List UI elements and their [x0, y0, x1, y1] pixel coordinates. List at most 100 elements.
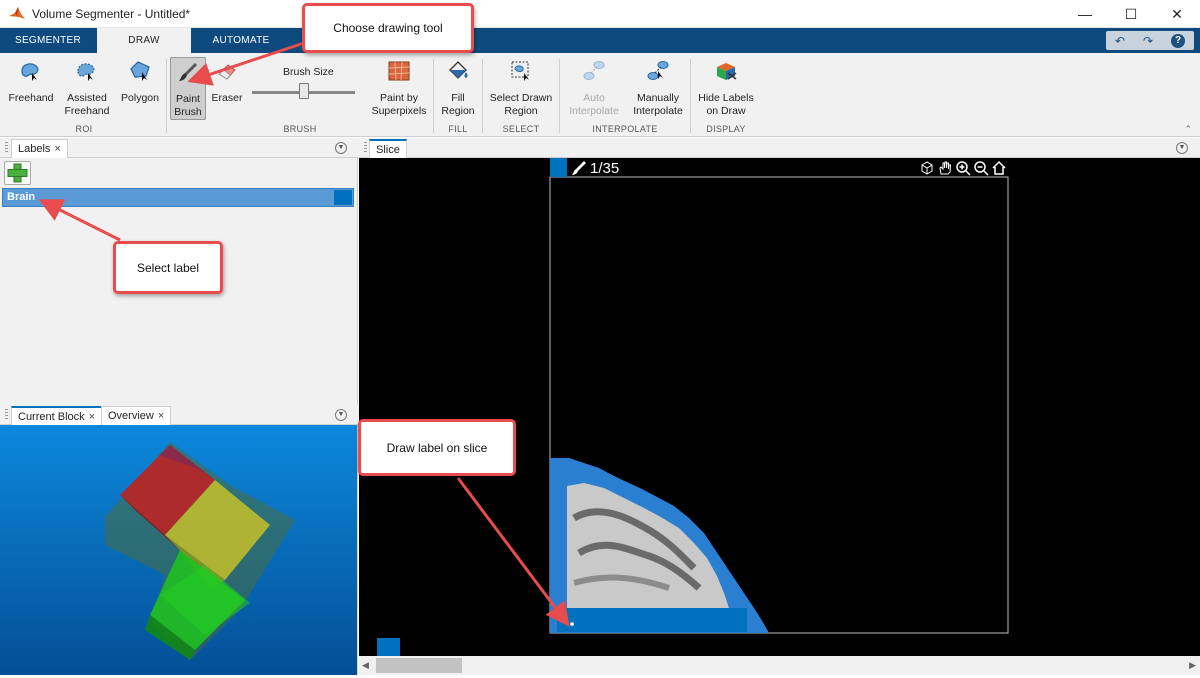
block-cubes-graphic: [105, 442, 295, 660]
minimize-button[interactable]: —: [1062, 0, 1108, 28]
current-block-tab-label: Current Block: [18, 411, 85, 423]
callout-choose-tool: Choose drawing tool: [302, 3, 474, 53]
assisted-freehand-button[interactable]: Assisted Freehand: [62, 57, 112, 118]
select-drawn-region-button[interactable]: Select Drawn Region: [486, 57, 556, 118]
paint-brush-button[interactable]: Paint Brush: [170, 57, 206, 120]
ribbon-separator: [559, 59, 560, 133]
plus-icon: [7, 163, 28, 183]
interpolate-section-label: INTERPOLATE: [592, 124, 658, 134]
tab-automate[interactable]: AUTOMATE: [196, 28, 286, 53]
maximize-button[interactable]: ☐: [1108, 0, 1154, 28]
close-icon[interactable]: ×: [89, 411, 95, 423]
scroll-left-icon[interactable]: ◀: [362, 660, 369, 671]
superpixels-label-2: Superpixels: [371, 105, 427, 117]
tab-segmenter[interactable]: SEGMENTER: [2, 28, 94, 53]
tab-overview[interactable]: Overview ×: [101, 406, 172, 425]
callout-select-label: Select label: [113, 241, 223, 294]
close-button[interactable]: ✕: [1154, 0, 1200, 28]
fill-region-button[interactable]: Fill Region: [437, 57, 479, 118]
slice-tab-label: Slice: [376, 144, 400, 156]
draw-ribbon: Freehand Assisted Freehand Polygon ROI P…: [0, 53, 1200, 137]
assisted-freehand-label-2: Freehand: [64, 105, 110, 117]
superpixels-label-1: Paint by: [380, 92, 418, 104]
labels-panel-header: Labels × ▼: [0, 138, 359, 158]
brush-section-label: BRUSH: [283, 124, 317, 134]
slice-scrollbar[interactable]: ◀ ▶: [359, 656, 1200, 675]
select-region-icon: [511, 61, 529, 81]
ribbon-separator: [433, 59, 434, 133]
label-name: Brain: [7, 191, 36, 203]
freehand-button[interactable]: Freehand: [6, 57, 56, 105]
paint-bucket-icon: [449, 61, 468, 79]
fill-region-label-1: Fill: [451, 92, 465, 104]
home-icon[interactable]: [991, 160, 1007, 176]
manual-interpolate-icon: [647, 61, 669, 80]
freehand-label: Freehand: [8, 92, 54, 104]
zoom-in-icon[interactable]: [955, 160, 971, 176]
axes-toolbar: [919, 160, 1007, 176]
paint-by-superpixels-button[interactable]: Paint by Superpixels: [368, 57, 430, 118]
panel-menu-icon[interactable]: ▼: [335, 142, 347, 154]
select-section-label: SELECT: [502, 124, 540, 134]
tab-slice[interactable]: Slice: [369, 139, 407, 158]
panel-menu-icon[interactable]: ▼: [1176, 142, 1188, 154]
redo-button[interactable]: ↷: [1143, 34, 1153, 48]
ribbon-separator: [482, 59, 483, 133]
hide-labels-label-1: Hide Labels: [698, 92, 754, 104]
ribbon-tab-strip: SEGMENTER DRAW AUTOMATE ↶ ↷ ?: [0, 28, 1200, 53]
overview-tab-label: Overview: [108, 410, 154, 422]
manually-interpolate-button[interactable]: Manually Interpolate: [630, 57, 686, 118]
roi-section-label: ROI: [75, 124, 93, 134]
ribbon-separator: [166, 59, 167, 133]
slice-counter: 1/35: [571, 159, 619, 177]
eraser-label: Eraser: [211, 92, 243, 104]
tab-draw[interactable]: DRAW: [97, 28, 191, 53]
eraser-button[interactable]: Eraser: [208, 57, 246, 105]
add-label-button[interactable]: [4, 161, 31, 185]
undo-button[interactable]: ↶: [1115, 34, 1125, 48]
panel-grip-icon[interactable]: [5, 409, 8, 421]
manual-interpolate-label-2: Interpolate: [633, 105, 683, 117]
zoom-out-icon[interactable]: [973, 160, 989, 176]
paint-brush-label-2: Brush: [174, 106, 202, 118]
block-3d-view[interactable]: [0, 425, 358, 675]
brush-size-label: Brush Size: [283, 66, 334, 78]
slice-image[interactable]: [359, 158, 1200, 675]
close-icon[interactable]: ×: [158, 410, 164, 422]
scrollbar-thumb[interactable]: [376, 658, 462, 673]
help-button[interactable]: ?: [1171, 33, 1185, 48]
eraser-icon: [218, 64, 236, 80]
brush-size-slider-thumb[interactable]: [299, 83, 309, 99]
slice-viewer[interactable]: 1/35: [359, 158, 1200, 675]
labels-tab-label: Labels: [18, 143, 51, 155]
polygon-label: Polygon: [121, 92, 159, 104]
hide-labels-on-draw-button[interactable]: Hide Labels on Draw: [694, 57, 758, 118]
close-icon[interactable]: ×: [54, 143, 60, 155]
fill-section-label: FILL: [448, 124, 468, 134]
window-title: Volume Segmenter - Untitled*: [32, 6, 191, 21]
pan-hand-icon[interactable]: [937, 160, 953, 176]
block-panel-header: Current Block × Overview × ▼: [0, 405, 359, 425]
scroll-right-icon[interactable]: ▶: [1189, 660, 1196, 671]
label-row-brain[interactable]: Brain: [2, 188, 354, 207]
select-drawn-label-1: Select Drawn: [489, 92, 553, 104]
cube-view-icon[interactable]: [919, 160, 935, 176]
auto-interpolate-icon: [583, 61, 605, 80]
collapse-ribbon-icon[interactable]: ⌃: [1184, 124, 1192, 135]
label-color-swatch[interactable]: [334, 190, 352, 205]
panel-menu-icon[interactable]: ▼: [335, 409, 347, 421]
panel-grip-icon[interactable]: [364, 142, 367, 154]
slice-number: 1/35: [590, 159, 620, 177]
paint-brush-label-1: Paint: [176, 93, 200, 105]
tab-labels[interactable]: Labels ×: [11, 139, 68, 158]
auto-interpolate-label-2: Interpolate: [569, 105, 619, 117]
paint-brush-icon: [572, 161, 586, 175]
superpixels-icon: [388, 61, 410, 81]
fill-region-label-2: Region: [441, 105, 475, 117]
assisted-freehand-label-1: Assisted: [67, 92, 107, 104]
auto-interpolate-button[interactable]: Auto Interpolate: [563, 57, 625, 118]
callout-draw-label: Draw label on slice: [358, 419, 516, 476]
tab-current-block[interactable]: Current Block ×: [11, 406, 103, 425]
panel-grip-icon[interactable]: [5, 142, 8, 154]
polygon-button[interactable]: Polygon: [117, 57, 163, 105]
